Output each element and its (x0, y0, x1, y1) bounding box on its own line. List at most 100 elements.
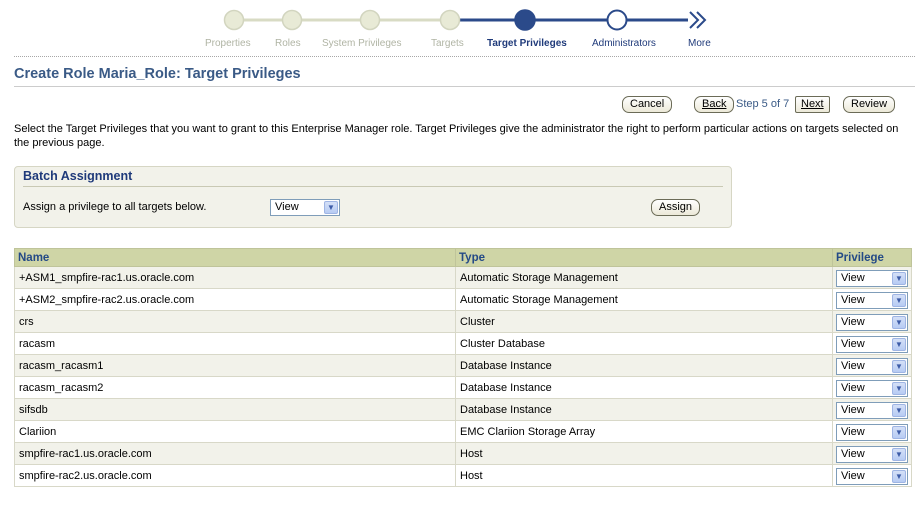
privilege-select[interactable]: View ▼ (836, 424, 908, 441)
train-stop-system-privileges[interactable] (359, 9, 381, 31)
train-label-target-privileges: Target Privileges (487, 38, 567, 49)
train-stop-administrators[interactable] (606, 9, 628, 31)
back-button[interactable]: Back (694, 96, 735, 113)
batch-privilege-select[interactable]: View ▼ (270, 199, 340, 216)
chevron-down-icon[interactable]: ▼ (892, 382, 906, 395)
target-name-cell: crs (14, 310, 456, 333)
double-chevron-right-icon[interactable] (689, 11, 707, 29)
chevron-down-icon[interactable]: ▼ (892, 316, 906, 329)
privilege-cell: View ▼ (832, 354, 912, 377)
target-type-cell: Database Instance (455, 398, 833, 421)
target-name-cell: Clariion (14, 420, 456, 443)
table-header-row: Name Type Privilege (14, 248, 912, 267)
cancel-button[interactable]: Cancel (622, 96, 673, 113)
target-privileges-table: Name Type Privilege +ASM1_smpfire-rac1.u… (14, 248, 912, 487)
privilege-select[interactable]: View ▼ (836, 358, 908, 375)
privilege-select[interactable]: View ▼ (836, 314, 908, 331)
chevron-down-icon[interactable]: ▼ (892, 470, 906, 483)
train-label-properties[interactable]: Properties (205, 38, 251, 49)
table-row: +ASM1_smpfire-rac1.us.oracle.com Automati… (14, 266, 912, 289)
review-button[interactable]: Review (843, 96, 896, 113)
next-button-label: Next (801, 98, 824, 110)
chevron-down-icon[interactable]: ▼ (892, 426, 906, 439)
target-name-cell: +ASM1_smpfire-rac1.us.oracle.com (14, 266, 456, 289)
target-type-cell: Cluster (455, 310, 833, 333)
title-divider (14, 86, 915, 87)
train-label-administrators[interactable]: Administrators (592, 38, 656, 49)
train-label-more[interactable]: More (688, 38, 711, 49)
target-type-cell: EMC Clariion Storage Array (455, 420, 833, 443)
privilege-select[interactable]: View ▼ (836, 446, 908, 463)
train-label-system-privileges[interactable]: System Privileges (322, 38, 401, 49)
column-header-privilege: Privilege (832, 248, 912, 267)
batch-assign-label: Assign a privilege to all targets below. (23, 201, 207, 213)
batch-assignment-title: Batch Assignment (23, 169, 133, 183)
table-row: smpfire-rac1.us.oracle.com Host View ▼ (14, 442, 912, 465)
privilege-cell: View ▼ (832, 398, 912, 421)
assign-button[interactable]: Assign (651, 199, 701, 216)
target-type-cell: Automatic Storage Management (455, 288, 833, 311)
privilege-value: View (841, 338, 865, 350)
privilege-value: View (841, 360, 865, 372)
train-stop-properties[interactable] (223, 9, 245, 31)
privilege-cell: View ▼ (832, 420, 912, 443)
privilege-select[interactable]: View ▼ (836, 468, 908, 485)
review-button-label: Review (851, 98, 888, 110)
privilege-select[interactable]: View ▼ (836, 380, 908, 397)
target-type-cell: Automatic Storage Management (455, 266, 833, 289)
batch-assignment-box: Batch Assignment Assign a privilege to a… (14, 166, 732, 228)
page-title: Create Role Maria_Role: Target Privilege… (14, 66, 301, 82)
privilege-value: View (841, 294, 865, 306)
privilege-value: View (841, 448, 865, 460)
chevron-down-icon[interactable]: ▼ (892, 338, 906, 351)
target-name-cell: smpfire-rac2.us.oracle.com (14, 464, 456, 487)
chevron-down-icon[interactable]: ▼ (892, 404, 906, 417)
target-type-cell: Database Instance (455, 354, 833, 377)
next-button[interactable]: Next (795, 96, 830, 113)
column-header-name: Name (14, 248, 456, 267)
chevron-down-icon[interactable]: ▼ (892, 360, 906, 373)
table-row: sifsdb Database Instance View ▼ (14, 398, 912, 421)
target-type-cell: Host (455, 442, 833, 465)
batch-divider (23, 186, 723, 187)
privilege-value: View (841, 272, 865, 284)
privilege-select[interactable]: View ▼ (836, 336, 908, 353)
assign-button-label: Assign (659, 201, 693, 213)
target-name-cell: smpfire-rac1.us.oracle.com (14, 442, 456, 465)
train-stop-target-privileges (514, 9, 536, 31)
target-type-cell: Database Instance (455, 376, 833, 399)
table-row: crs Cluster View ▼ (14, 310, 912, 333)
train-graphic (223, 9, 707, 31)
step-indicator: Step 5 of 7 (736, 98, 790, 110)
table-row: +ASM2_smpfire-rac2.us.oracle.com Automati… (14, 288, 912, 311)
privilege-cell: View ▼ (832, 442, 912, 465)
privilege-cell: View ▼ (832, 310, 912, 333)
privilege-value: View (841, 470, 865, 482)
table-row: racasm_racasm1 Database Instance View ▼ (14, 354, 912, 377)
target-type-cell: Host (455, 464, 833, 487)
chevron-down-icon[interactable]: ▼ (892, 272, 906, 285)
chevron-down-icon[interactable]: ▼ (892, 448, 906, 461)
train-stop-roles[interactable] (281, 9, 303, 31)
table-row: racasm Cluster Database View ▼ (14, 332, 912, 355)
train-label-roles[interactable]: Roles (275, 38, 301, 49)
train-stop-targets[interactable] (439, 9, 461, 31)
target-name-cell: racasm_racasm2 (14, 376, 456, 399)
table-row: Clariion EMC Clariion Storage Array View ▼ (14, 420, 912, 443)
target-name-cell: +ASM2_smpfire-rac2.us.oracle.com (14, 288, 456, 311)
privilege-cell: View ▼ (832, 464, 912, 487)
privilege-select[interactable]: View ▼ (836, 270, 908, 287)
privilege-value: View (841, 316, 865, 328)
privilege-cell: View ▼ (832, 266, 912, 289)
privilege-cell: View ▼ (832, 376, 912, 399)
privilege-select[interactable]: View ▼ (836, 292, 908, 309)
instructions-text: Select the Target Privileges that you wa… (14, 123, 899, 149)
privilege-cell: View ▼ (832, 332, 912, 355)
privilege-select[interactable]: View ▼ (836, 402, 908, 419)
chevron-down-icon[interactable]: ▼ (324, 201, 338, 214)
privilege-value: View (841, 426, 865, 438)
chevron-down-icon[interactable]: ▼ (892, 294, 906, 307)
train-label-targets[interactable]: Targets (431, 38, 464, 49)
table-row: racasm_racasm2 Database Instance View ▼ (14, 376, 912, 399)
batch-privilege-value: View (275, 201, 299, 213)
